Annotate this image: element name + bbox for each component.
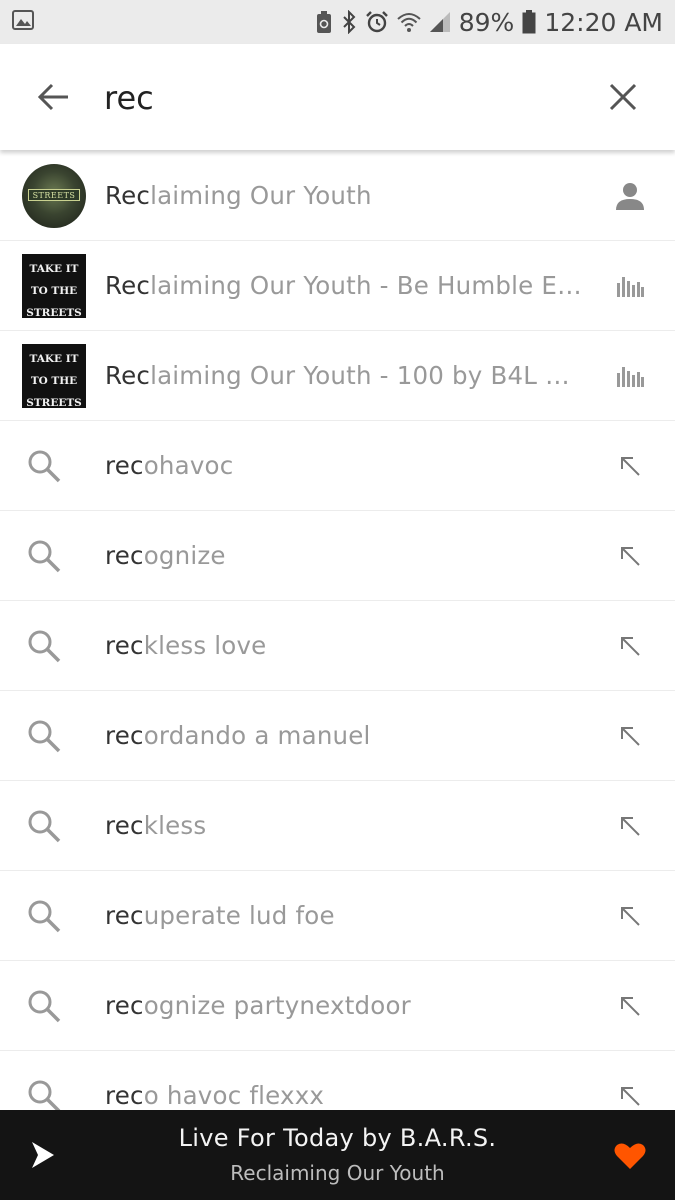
search-icon	[28, 810, 61, 843]
arrow-up-left-icon	[621, 547, 640, 566]
suggestion-label: recuperate lud foe	[105, 901, 335, 930]
suggestion-row[interactable]: reckless love	[0, 601, 675, 691]
search-icon	[28, 450, 61, 483]
result-track[interactable]: TAKE IT TO THE STREETS Reclaiming Our Yout…	[0, 241, 675, 331]
clock: 12:20 AM	[544, 7, 663, 37]
clear-button[interactable]	[600, 74, 646, 120]
arrow-back-icon	[37, 83, 68, 111]
signal-icon	[429, 11, 451, 33]
bluetooth-icon	[341, 10, 357, 34]
suggestion-row[interactable]: reckless	[0, 781, 675, 871]
result-label: Reclaiming Our Youth - 100 by B4L Br...	[105, 361, 585, 390]
result-track[interactable]: TAKE IT TO THE STREETS Reclaiming Our Yout…	[0, 331, 675, 421]
arrow-up-left-icon	[621, 1087, 640, 1106]
suggestion-label: recordando a manuel	[105, 721, 371, 750]
track-artist: Reclaiming Our Youth	[230, 1161, 445, 1185]
recycle-icon	[315, 10, 333, 34]
suggestion-label: recohavoc	[105, 451, 234, 480]
search-icon	[28, 540, 61, 573]
arrow-up-left-icon	[621, 817, 640, 836]
search-icon	[28, 1080, 61, 1113]
search-header	[0, 44, 675, 150]
search-input[interactable]	[104, 72, 574, 124]
search-icon	[28, 900, 61, 933]
result-label: Reclaiming Our Youth - Be Humble Ev...	[105, 271, 585, 300]
arrow-up-left-icon	[621, 907, 640, 926]
fill-query-button[interactable]	[615, 811, 645, 841]
fill-query-button[interactable]	[615, 631, 645, 661]
heart-icon	[614, 1143, 646, 1169]
gallery-icon	[12, 10, 34, 34]
track-title: Live For Today by B.A.R.S.	[178, 1124, 497, 1152]
suggestion-row[interactable]: recuperate lud foe	[0, 871, 675, 961]
result-user[interactable]: STREETS Reclaiming Our Youth	[0, 151, 675, 241]
battery-percent: 89%	[458, 7, 515, 37]
suggestion-row[interactable]: recohavoc	[0, 421, 675, 511]
arrow-up-left-icon	[621, 727, 640, 746]
search-icon	[28, 630, 61, 663]
suggestion-row[interactable]: recordando a manuel	[0, 691, 675, 781]
suggestion-label: recognize partynextdoor	[105, 991, 411, 1020]
suggestion-label: recognize	[105, 541, 226, 570]
arrow-up-left-icon	[621, 637, 640, 656]
wifi-icon	[397, 11, 421, 33]
arrow-up-left-icon	[621, 457, 640, 476]
like-button[interactable]	[612, 1111, 648, 1200]
user-avatar: STREETS	[22, 164, 86, 228]
suggestion-row[interactable]: recognize partynextdoor	[0, 961, 675, 1051]
fill-query-button[interactable]	[615, 451, 645, 481]
status-bar: 89% 12:20 AM	[0, 0, 675, 44]
track-artwork: TAKE IT TO THE STREETS	[22, 344, 86, 409]
fill-query-button[interactable]	[615, 1081, 645, 1111]
suggestion-label: reckless love	[105, 631, 267, 660]
suggestion-label: reckless	[105, 811, 207, 840]
close-icon	[609, 83, 637, 111]
battery-icon	[522, 10, 536, 34]
track-artwork: TAKE IT TO THE STREETS	[22, 254, 86, 319]
waveform-icon	[615, 271, 645, 301]
search-icon	[28, 990, 61, 1023]
fill-query-button[interactable]	[615, 991, 645, 1021]
fill-query-button[interactable]	[615, 901, 645, 931]
person-icon	[615, 181, 645, 211]
results-list: STREETS Reclaiming Our Youth TAKE IT TO T…	[0, 151, 675, 1141]
suggestion-label: reco havoc flexxx	[105, 1081, 325, 1110]
waveform-icon	[615, 361, 645, 391]
fill-query-button[interactable]	[615, 541, 645, 571]
result-label: Reclaiming Our Youth	[105, 181, 372, 210]
suggestion-row[interactable]: recognize	[0, 511, 675, 601]
avatar-artwork-text: STREETS	[28, 189, 80, 201]
fill-query-button[interactable]	[615, 721, 645, 751]
mini-player[interactable]: Live For Today by B.A.R.S. Reclaiming Ou…	[0, 1110, 675, 1200]
search-icon	[28, 720, 61, 753]
back-button[interactable]	[28, 77, 78, 117]
arrow-up-left-icon	[621, 997, 640, 1016]
alarm-icon	[365, 10, 389, 34]
